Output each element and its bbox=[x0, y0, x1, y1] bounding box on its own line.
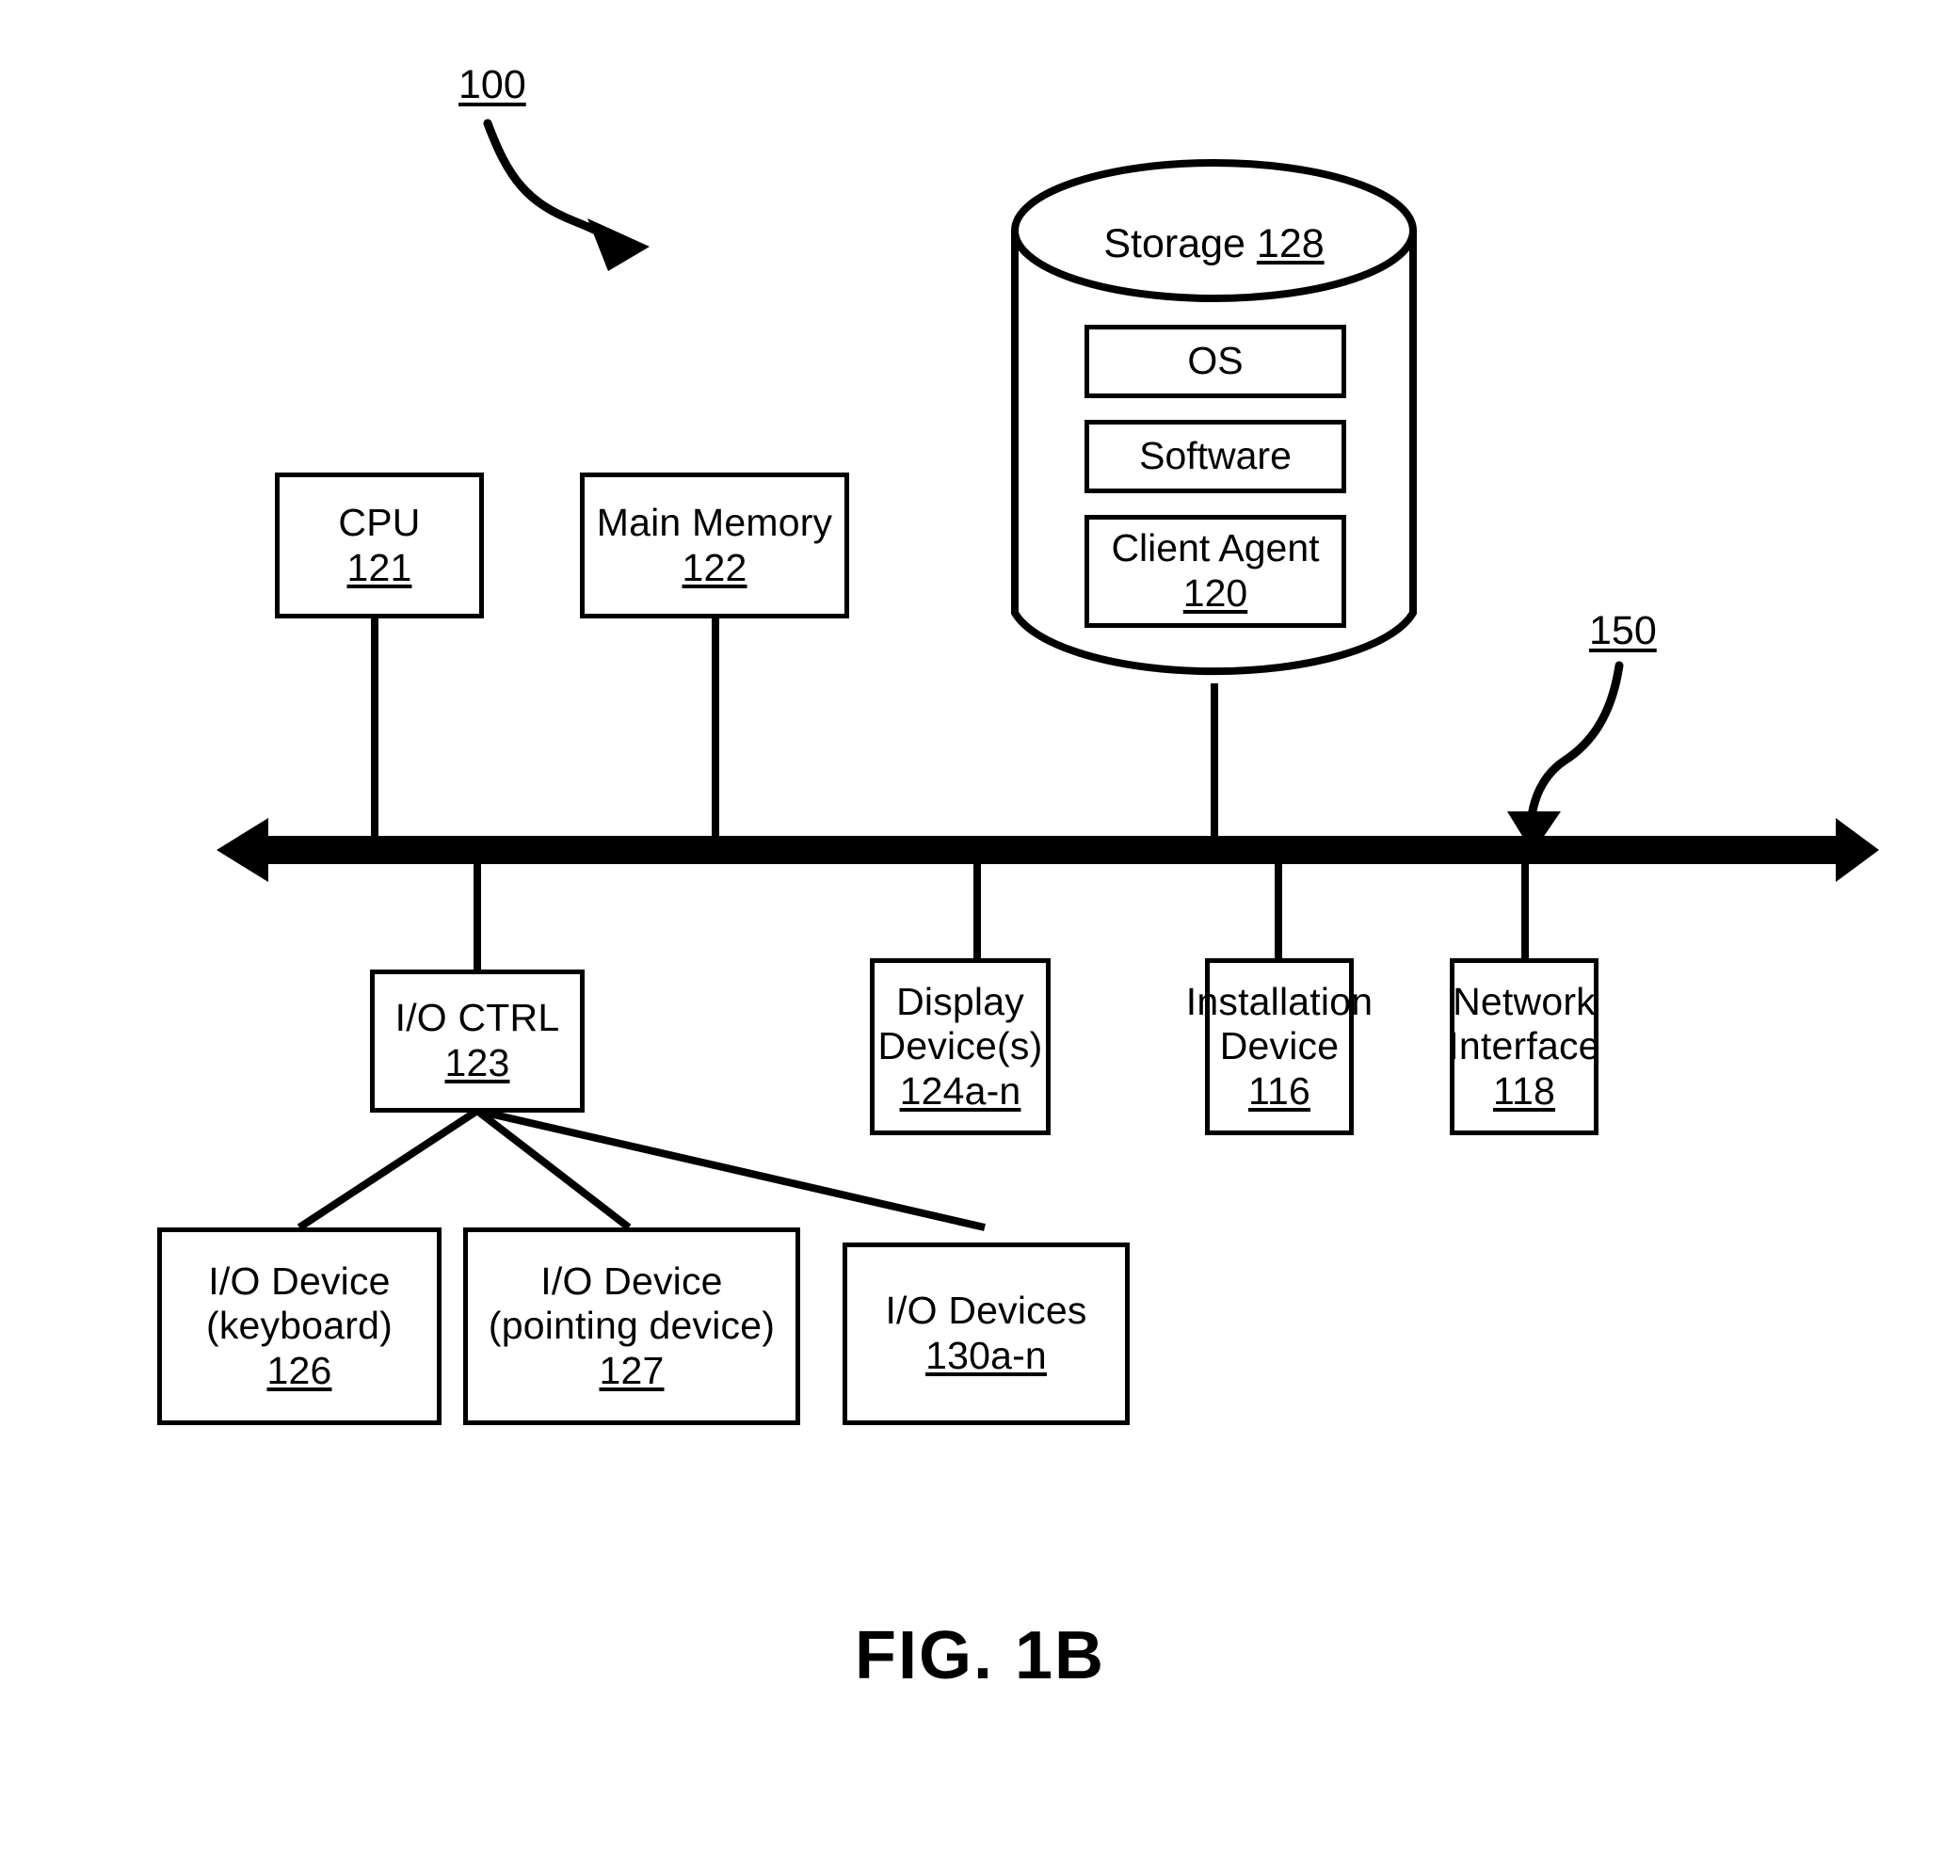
node-cpu-label: CPU bbox=[338, 500, 421, 544]
node-installation-device-number: 116 bbox=[1248, 1068, 1310, 1113]
storage-item-client-agent-number: 120 bbox=[1182, 571, 1248, 615]
node-network-interface-label-line1: Network bbox=[1453, 979, 1596, 1023]
node-main-memory-number: 122 bbox=[682, 545, 747, 589]
node-main-memory-label: Main Memory bbox=[596, 500, 833, 544]
node-io-device-pointing-label-line1: I/O Device bbox=[540, 1259, 723, 1303]
node-installation-device-label-line1: Installation bbox=[1185, 979, 1374, 1023]
node-installation-device[interactable]: Installation Device 116 bbox=[1186, 958, 1373, 1135]
storage-item-client-agent[interactable]: Client Agent 120 bbox=[1084, 515, 1346, 628]
node-network-interface[interactable]: Network Interface 118 bbox=[1448, 958, 1600, 1135]
node-io-device-pointing-label-line2: (pointing device) bbox=[488, 1304, 776, 1348]
system-bus bbox=[217, 818, 1879, 882]
storage-title-text: Storage bbox=[1103, 221, 1245, 266]
node-io-ctrl[interactable]: I/O CTRL 123 bbox=[370, 970, 585, 1113]
node-network-interface-number: 118 bbox=[1493, 1068, 1555, 1113]
connector-ioctrl-keyboard bbox=[297, 1107, 480, 1231]
storage-title-number: 128 bbox=[1256, 221, 1325, 266]
callout-150-arrow bbox=[1507, 661, 1624, 853]
node-display-devices-number: 124a-n bbox=[899, 1068, 1021, 1113]
storage-item-os-label: OS bbox=[1187, 339, 1244, 383]
node-display-devices-label-line2: Device(s) bbox=[877, 1024, 1043, 1068]
node-io-device-keyboard-label-line2: (keyboard) bbox=[206, 1304, 393, 1348]
node-io-devices-generic[interactable]: I/O Devices 130a-n bbox=[843, 1243, 1130, 1425]
callout-150-label: 150 bbox=[1589, 608, 1657, 653]
callout-100-label: 100 bbox=[458, 62, 526, 107]
node-cpu-number: 121 bbox=[346, 545, 412, 589]
node-display-devices[interactable]: Display Device(s) 124a-n bbox=[870, 958, 1051, 1135]
storage-item-client-agent-label: Client Agent bbox=[1111, 526, 1320, 570]
node-network-interface-label-line2: Interface bbox=[1448, 1024, 1600, 1068]
node-io-device-keyboard-number: 126 bbox=[266, 1348, 332, 1392]
storage-title: Storage 128 bbox=[1010, 221, 1418, 267]
node-io-ctrl-number: 123 bbox=[444, 1041, 510, 1084]
node-main-memory[interactable]: Main Memory 122 bbox=[580, 473, 849, 618]
storage-item-software[interactable]: Software bbox=[1084, 420, 1346, 493]
patent-figure-1b: 100 150 Storage 128 OS Software Client A… bbox=[0, 0, 1960, 1876]
storage-item-software-label: Software bbox=[1139, 434, 1292, 478]
node-io-device-keyboard-label-line1: I/O Device bbox=[208, 1259, 391, 1303]
node-cpu[interactable]: CPU 121 bbox=[275, 473, 484, 618]
node-io-device-pointing-number: 127 bbox=[599, 1348, 665, 1392]
callout-100-arrow bbox=[483, 119, 650, 271]
node-io-ctrl-label: I/O CTRL bbox=[394, 996, 560, 1040]
node-io-devices-generic-number: 130a-n bbox=[925, 1334, 1047, 1377]
storage-item-os[interactable]: OS bbox=[1084, 325, 1346, 398]
diagram-lines-layer bbox=[217, 119, 1879, 1231]
node-installation-device-label-line2: Device bbox=[1219, 1024, 1340, 1068]
figure-caption: FIG. 1B bbox=[854, 1618, 1106, 1693]
node-io-device-pointing[interactable]: I/O Device (pointing device) 127 bbox=[463, 1227, 800, 1425]
node-display-devices-label-line1: Display bbox=[896, 979, 1024, 1023]
node-io-devices-generic-label: I/O Devices bbox=[885, 1289, 1087, 1333]
node-io-device-keyboard[interactable]: I/O Device (keyboard) 126 bbox=[157, 1227, 442, 1425]
